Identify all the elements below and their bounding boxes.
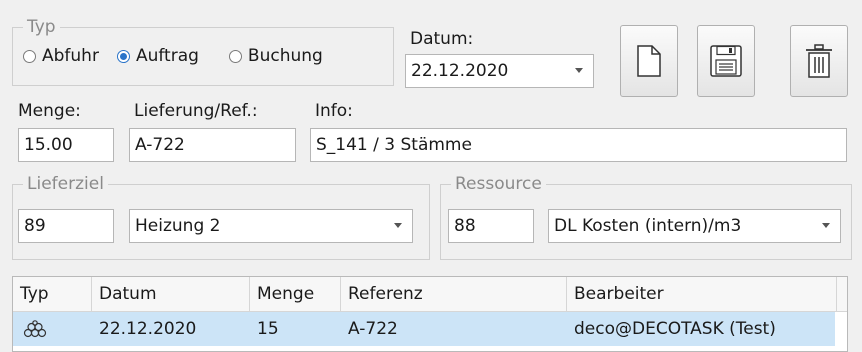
new-button[interactable] <box>620 25 678 97</box>
lieferziel-code-value: 89 <box>24 216 46 236</box>
info-label: Info: <box>315 101 353 121</box>
radio-abfuhr[interactable]: Abfuhr <box>23 46 99 66</box>
chevron-down-icon[interactable] <box>822 223 830 228</box>
lieferziel-legend: Lieferziel <box>23 173 108 195</box>
lieferung-label: Lieferung/Ref.: <box>134 101 258 121</box>
delete-button[interactable] <box>790 25 848 97</box>
row-typ-cell <box>13 312 92 346</box>
datum-dropdown[interactable]: 22.12.2020 <box>405 54 594 88</box>
datum-value: 22.12.2020 <box>411 61 509 81</box>
chevron-down-icon[interactable] <box>575 68 583 73</box>
radio-abfuhr-label: Abfuhr <box>42 46 99 66</box>
radio-auftrag-label: Auftrag <box>135 46 199 66</box>
radio-buchung[interactable]: Buchung <box>228 46 323 66</box>
table-row[interactable]: 22.12.2020 15 A-722 deco@DECOTASK (Test) <box>13 312 835 346</box>
typ-group: Typ Abfuhr Auftrag Buchung <box>12 16 394 86</box>
floppy-disk-icon <box>710 45 742 77</box>
trash-icon <box>806 44 832 78</box>
ressource-code-input[interactable]: 88 <box>448 209 534 243</box>
info-input[interactable]: S_141 / 3 Stämme <box>310 128 847 162</box>
menge-input[interactable]: 15.00 <box>18 128 114 162</box>
datum-label: Datum: <box>410 29 474 49</box>
ressource-code-value: 88 <box>454 216 476 236</box>
row-datum-cell: 22.12.2020 <box>99 319 197 339</box>
typ-legend: Typ <box>23 16 60 38</box>
col-header-bearbeiter[interactable]: Bearbeiter <box>567 277 837 311</box>
row-bearbeiter-cell: deco@DECOTASK (Test) <box>574 319 776 339</box>
radio-auftrag-indicator[interactable] <box>116 49 130 63</box>
lieferziel-dropdown[interactable]: Heizung 2 <box>129 209 413 243</box>
radio-auftrag[interactable]: Auftrag <box>116 46 199 66</box>
ressource-name-value: DL Kosten (intern)/m3 <box>554 216 742 236</box>
col-header-menge[interactable]: Menge <box>250 277 341 311</box>
lieferziel-code-input[interactable]: 89 <box>18 209 114 243</box>
radio-buchung-indicator[interactable] <box>228 49 242 63</box>
save-button[interactable] <box>697 25 755 97</box>
booking-grid[interactable]: Typ Datum Menge Referenz Bearbeiter 22.1… <box>12 276 848 352</box>
row-menge-cell: 15 <box>257 319 279 339</box>
col-header-typ[interactable]: Typ <box>13 277 92 311</box>
row-referenz-cell: A-722 <box>348 319 398 339</box>
menge-value: 15.00 <box>24 135 73 155</box>
lieferung-input[interactable]: A-722 <box>129 128 296 162</box>
new-document-icon <box>637 45 661 77</box>
ressource-dropdown[interactable]: DL Kosten (intern)/m3 <box>548 209 841 243</box>
chevron-down-icon[interactable] <box>394 223 402 228</box>
grid-header: Typ Datum Menge Referenz Bearbeiter <box>13 277 847 312</box>
radio-buchung-label: Buchung <box>247 46 323 66</box>
menge-label: Menge: <box>18 101 81 121</box>
col-header-referenz[interactable]: Referenz <box>341 277 567 311</box>
radio-abfuhr-indicator[interactable] <box>23 49 36 63</box>
info-value: S_141 / 3 Stämme <box>316 135 472 155</box>
lieferziel-name-value: Heizung 2 <box>135 216 221 236</box>
ressource-legend: Ressource <box>451 173 546 195</box>
col-header-datum[interactable]: Datum <box>92 277 250 311</box>
lieferung-value: A-722 <box>135 135 185 155</box>
log-pile-icon <box>23 320 47 338</box>
